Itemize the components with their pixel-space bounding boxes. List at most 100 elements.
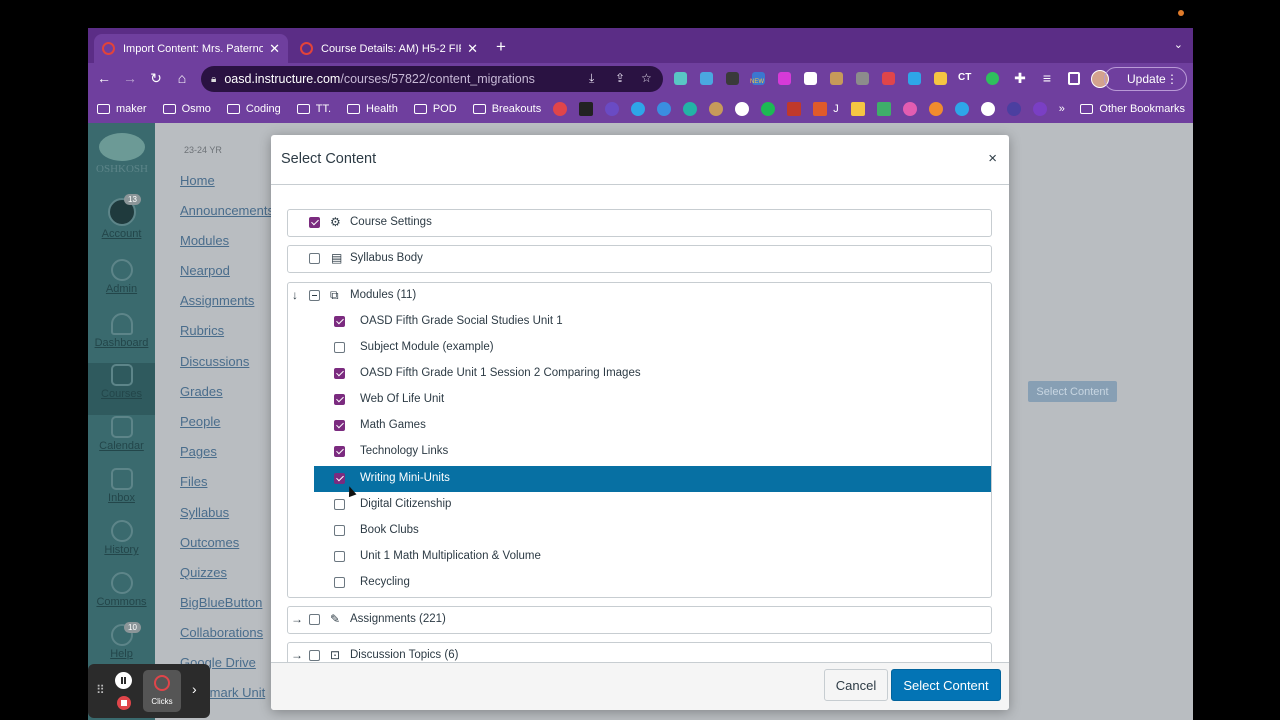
bookmark-folder-coding[interactable]: Coding: [226, 103, 281, 115]
bookmark-favicon-icon[interactable]: [787, 102, 802, 116]
bookmark-favicon-icon[interactable]: [1032, 102, 1047, 116]
global-nav-account[interactable]: 13 Account: [88, 194, 155, 240]
bookmark-folder-maker[interactable]: maker: [97, 103, 147, 115]
module-checkbox[interactable]: [334, 577, 345, 588]
module-item[interactable]: Unit 1 Math Multiplication & Volume: [314, 544, 991, 570]
bookmark-favicon-icon[interactable]: [579, 102, 594, 116]
bookmark-favicon-icon[interactable]: [850, 102, 865, 116]
drag-handle-icon[interactable]: ⠿: [96, 683, 105, 697]
global-nav-commons[interactable]: Commons: [88, 572, 155, 608]
bookmark-folder-health[interactable]: Health: [347, 103, 398, 115]
module-checkbox[interactable]: [334, 473, 345, 484]
syllabus-body-row[interactable]: ▤ Syllabus Body: [287, 245, 992, 273]
close-tab-icon[interactable]: ✕: [467, 41, 478, 57]
modules-checkbox[interactable]: [309, 290, 320, 301]
course-nav-syllabus[interactable]: Syllabus: [180, 505, 229, 520]
side-panel-icon[interactable]: [1068, 72, 1080, 85]
extension-icon[interactable]: [700, 72, 713, 85]
module-item-selected[interactable]: Writing Mini-Units: [314, 466, 991, 492]
module-checkbox[interactable]: [334, 420, 345, 431]
module-item[interactable]: OASD Fifth Grade Unit 1 Session 2 Compar…: [314, 361, 991, 387]
course-nav-grades[interactable]: Grades: [180, 384, 223, 399]
course-nav-outcomes[interactable]: Outcomes: [180, 535, 239, 550]
clicks-toggle[interactable]: Clicks: [143, 670, 181, 712]
tab-search-chevron-icon[interactable]: ⌄: [1174, 38, 1183, 51]
install-icon[interactable]: ⤓: [589, 71, 594, 86]
bookmark-favicon-icon[interactable]: [876, 102, 891, 116]
extension-icon[interactable]: [986, 72, 999, 85]
new-tab-icon[interactable]: +: [496, 37, 506, 57]
module-checkbox[interactable]: [334, 394, 345, 405]
spotify-icon[interactable]: [761, 102, 776, 116]
bookmark-folder-osmo[interactable]: Osmo: [162, 103, 211, 115]
course-settings-checkbox[interactable]: [309, 217, 320, 228]
extension-icon[interactable]: [830, 72, 843, 85]
bookmark-favicon-icon[interactable]: [605, 102, 620, 116]
assignments-row[interactable]: → ✎ Assignments (221): [287, 606, 992, 634]
module-item[interactable]: Digital Citizenship: [314, 492, 991, 518]
module-checkbox[interactable]: [334, 551, 345, 562]
extension-ct-icon[interactable]: CT: [958, 72, 971, 83]
course-nav-discussions[interactable]: Discussions: [180, 354, 249, 369]
module-checkbox[interactable]: [334, 525, 345, 536]
share-icon[interactable]: ⇪: [615, 71, 625, 85]
bookmark-folder-breakouts[interactable]: Breakouts: [472, 103, 541, 115]
tab-course-details[interactable]: Course Details: AM) H5-2 FIFT ✕: [292, 34, 486, 63]
module-item[interactable]: Subject Module (example): [314, 335, 991, 361]
bookmark-favicon-icon[interactable]: [683, 102, 698, 116]
syllabus-body-checkbox[interactable]: [309, 253, 320, 264]
course-nav-assignments[interactable]: Assignments: [180, 293, 254, 308]
course-nav-people[interactable]: People: [180, 414, 220, 429]
module-item[interactable]: Technology Links: [314, 439, 991, 465]
pause-icon[interactable]: [115, 672, 132, 689]
forward-icon[interactable]: →: [121, 70, 139, 86]
bookmark-favicon-icon[interactable]: [735, 102, 750, 116]
reading-list-icon[interactable]: ≡: [1038, 70, 1056, 86]
back-icon[interactable]: ←: [95, 70, 113, 86]
cancel-button[interactable]: Cancel: [824, 669, 888, 701]
course-nav-pages[interactable]: Pages: [180, 444, 217, 459]
global-nav-inbox[interactable]: Inbox: [88, 468, 155, 504]
module-item[interactable]: OASD Fifth Grade Social Studies Unit 1: [314, 309, 991, 335]
global-nav-admin[interactable]: Admin: [88, 259, 155, 295]
global-nav-help[interactable]: 10 Help: [88, 622, 155, 660]
module-checkbox[interactable]: [334, 342, 345, 353]
course-nav-nearpod[interactable]: Nearpod: [180, 263, 230, 278]
module-checkbox[interactable]: [334, 316, 345, 327]
module-item[interactable]: Math Games: [314, 413, 991, 439]
course-nav-bigbluebutton[interactable]: BigBlueButton: [180, 595, 262, 610]
module-item[interactable]: Web Of Life Unit: [314, 387, 991, 413]
close-tab-icon[interactable]: ✕: [269, 41, 280, 57]
collapse-arrow-icon[interactable]: ↓: [292, 288, 298, 302]
global-nav-calendar[interactable]: Calendar: [88, 416, 155, 452]
stop-icon[interactable]: [117, 696, 131, 710]
global-nav-dashboard[interactable]: Dashboard: [88, 313, 155, 349]
bookmark-favicon-icon[interactable]: [709, 102, 724, 116]
close-icon[interactable]: ×: [988, 150, 997, 167]
extension-icon[interactable]: [674, 72, 687, 85]
discussion-topics-checkbox[interactable]: [309, 650, 320, 661]
bookmark-favicon-icon[interactable]: [657, 102, 672, 116]
bookmark-favicon-icon[interactable]: [813, 102, 828, 116]
bookmark-folder-pod[interactable]: POD: [413, 103, 457, 115]
bookmark-favicon-icon[interactable]: [980, 102, 995, 116]
module-item[interactable]: Recycling: [314, 570, 991, 596]
module-checkbox[interactable]: [334, 499, 345, 510]
course-nav-announcements[interactable]: Announcements: [180, 203, 274, 218]
more-bookmarks-icon[interactable]: »: [1059, 103, 1065, 115]
course-nav-home[interactable]: Home: [180, 173, 215, 188]
bookmark-folder-tt[interactable]: TT.: [296, 103, 331, 115]
extension-icon[interactable]: [804, 72, 817, 85]
course-nav-quizzes[interactable]: Quizzes: [180, 565, 227, 580]
bookmark-favicon-icon[interactable]: [631, 102, 646, 116]
bookmark-star-icon[interactable]: ☆: [641, 71, 652, 85]
course-nav-files[interactable]: Files: [180, 474, 207, 489]
expand-arrow-icon[interactable]: →: [291, 612, 303, 626]
other-bookmarks[interactable]: Other Bookmarks: [1080, 103, 1185, 115]
bookmark-favicon-icon[interactable]: [928, 102, 943, 116]
course-nav-modules[interactable]: Modules: [180, 233, 229, 248]
bookmark-favicon-icon[interactable]: [954, 102, 969, 116]
discussion-topics-row[interactable]: → ⊡ Discussion Topics (6): [287, 642, 992, 662]
address-bar[interactable]: 🔒︎ oasd.instructure.com/courses/57822/co…: [201, 66, 663, 92]
tab-import-content[interactable]: Import Content: Mrs. Paternost ✕: [94, 34, 288, 63]
